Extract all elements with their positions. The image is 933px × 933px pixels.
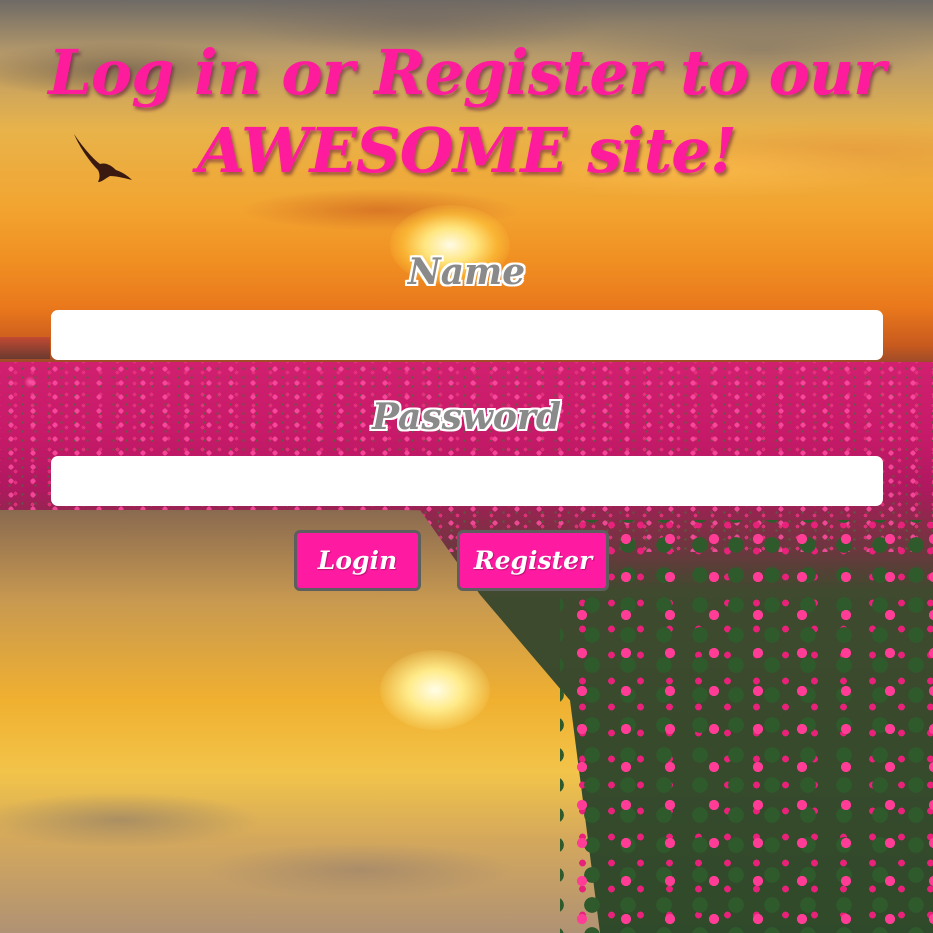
name-input[interactable]	[51, 310, 883, 360]
shore	[0, 337, 50, 359]
page-title-line-2: AWESOME site!	[197, 114, 737, 187]
login-button[interactable]: Login	[294, 530, 421, 591]
register-button[interactable]: Register	[457, 530, 609, 591]
sun-reflection	[380, 650, 490, 730]
page-title-line-1: Log in or Register to our	[48, 36, 885, 109]
cloud-reflection	[0, 760, 600, 933]
page-title: Log in or Register to our AWESOME site!	[0, 34, 933, 190]
password-input[interactable]	[51, 456, 883, 506]
password-label: Password	[371, 396, 562, 438]
name-label: Name	[407, 251, 526, 293]
lotus-flowers	[560, 520, 933, 933]
